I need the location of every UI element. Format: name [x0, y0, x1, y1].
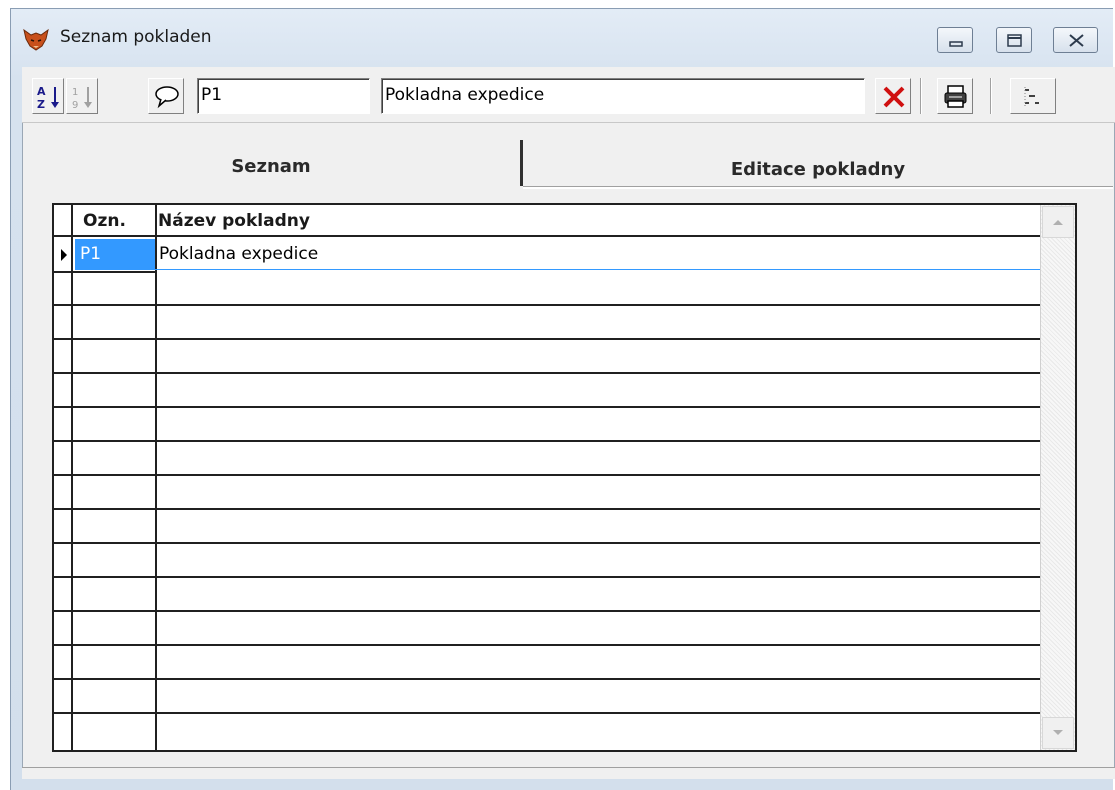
grid-line — [54, 712, 1040, 714]
comment-button[interactable] — [148, 78, 184, 114]
status-bar — [22, 767, 1115, 779]
grid-line — [54, 610, 1040, 612]
grid-line — [54, 235, 1040, 237]
fox-app-icon — [23, 28, 49, 51]
window-title: Seznam pokladen — [60, 27, 212, 47]
grid-line — [71, 205, 73, 750]
restore-icon — [1007, 34, 1022, 47]
comment-bubble-icon — [155, 86, 179, 109]
grid-line — [155, 269, 1040, 270]
grid-header: Ozn. Název pokladny — [54, 205, 1040, 235]
cash-register-grid[interactable]: Ozn. Název pokladny P1 Pokladna expedice — [52, 203, 1077, 752]
column-header-name[interactable]: Název pokladny — [158, 211, 310, 231]
code-field[interactable]: P1 — [197, 78, 370, 114]
close-button[interactable] — [1053, 27, 1098, 53]
grid-line — [54, 271, 155, 273]
minimize-icon — [949, 41, 963, 47]
grid-line — [54, 542, 1040, 544]
scroll-down-button[interactable] — [1042, 717, 1074, 749]
close-icon — [1069, 34, 1084, 47]
tab-seznam[interactable]: Seznam — [22, 140, 520, 188]
grid-line — [54, 304, 1040, 306]
grid-line — [54, 644, 1040, 646]
vertical-scrollbar[interactable] — [1040, 205, 1075, 750]
tab-underline — [523, 186, 1113, 189]
tree-list-icon — [1024, 87, 1039, 106]
grid-line — [54, 338, 1040, 340]
grid-line — [54, 508, 1040, 510]
tree-list-button[interactable] — [1010, 78, 1056, 114]
toolbar-separator — [990, 78, 992, 114]
toolbar-separator — [920, 78, 922, 114]
svg-text:1: 1 — [72, 87, 78, 98]
column-header-code[interactable]: Ozn. — [83, 211, 126, 231]
svg-text:A: A — [37, 85, 46, 98]
svg-text:Z: Z — [37, 98, 45, 111]
scroll-up-button[interactable] — [1042, 206, 1074, 238]
delete-x-icon — [883, 86, 905, 108]
current-row-indicator — [61, 249, 67, 261]
delete-button[interactable] — [875, 78, 911, 114]
chevron-up-icon — [1053, 220, 1063, 225]
grid-line — [54, 372, 1040, 374]
sort-az-icon: A Z — [37, 85, 59, 111]
tab-editace-pokladny[interactable]: Editace pokladny — [523, 140, 1113, 188]
printer-icon — [944, 85, 967, 108]
sort-numeric-button[interactable]: 1 9 — [66, 78, 98, 114]
chevron-down-icon — [1053, 730, 1063, 735]
grid-line — [54, 406, 1040, 408]
minimize-button[interactable] — [937, 27, 973, 53]
grid-line — [155, 205, 157, 750]
row-code[interactable]: P1 — [80, 244, 101, 264]
restore-button[interactable] — [996, 27, 1032, 53]
grid-line — [54, 474, 1040, 476]
sort-numeric-icon: 1 9 — [72, 87, 92, 111]
name-field[interactable]: Pokladna expedice — [381, 78, 865, 114]
print-button[interactable] — [937, 78, 973, 114]
grid-line — [54, 576, 1040, 578]
svg-text:9: 9 — [72, 100, 78, 111]
row-name[interactable]: Pokladna expedice — [159, 244, 318, 264]
sort-az-button[interactable]: A Z — [32, 78, 64, 114]
grid-line — [54, 440, 1040, 442]
grid-line — [54, 678, 1040, 680]
